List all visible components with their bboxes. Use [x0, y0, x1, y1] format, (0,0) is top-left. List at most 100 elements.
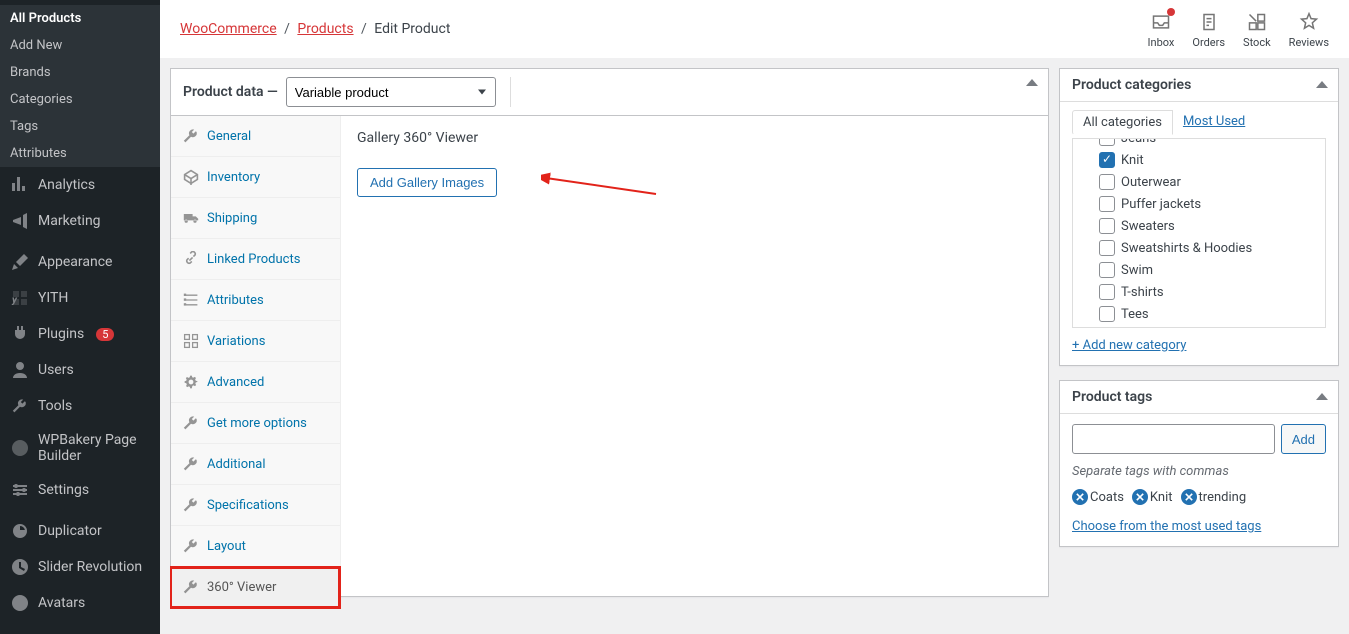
- category-item[interactable]: Sweaters: [1079, 215, 1319, 237]
- avatar-icon: [10, 593, 30, 613]
- tab-most-used[interactable]: Most Used: [1173, 110, 1255, 135]
- wrench-icon: [183, 497, 199, 513]
- tags-hint: Separate tags with commas: [1072, 464, 1326, 479]
- tag-chip: Coats: [1072, 489, 1124, 505]
- brush-icon: [10, 252, 30, 272]
- sidebar-item-analytics[interactable]: Analytics: [0, 167, 160, 203]
- tab-attributes[interactable]: Attributes: [171, 280, 340, 321]
- tab-360-viewer[interactable]: 360° Viewer: [170, 567, 340, 608]
- tab-specifications[interactable]: Specifications: [171, 485, 340, 526]
- analytics-icon: [10, 175, 30, 195]
- inbox-button[interactable]: Inbox: [1148, 10, 1175, 49]
- remove-tag-icon[interactable]: [1181, 489, 1197, 505]
- category-checkbox[interactable]: [1099, 138, 1115, 146]
- sidebar-item-wpbakery-page-builder[interactable]: WPBakery Page Builder: [0, 424, 160, 472]
- metabox-title: Product tags: [1072, 389, 1152, 405]
- sidebar-item-yith[interactable]: yYITH: [0, 280, 160, 316]
- category-list[interactable]: JeansKnitOuterwearPuffer jacketsSweaters…: [1072, 138, 1326, 328]
- inbox-icon: [1149, 10, 1173, 34]
- category-checkbox[interactable]: [1099, 174, 1115, 190]
- category-item[interactable]: Tees: [1079, 303, 1319, 325]
- yith-icon: y: [10, 288, 30, 308]
- wrench-icon: [183, 415, 199, 431]
- category-item[interactable]: Outerwear: [1079, 171, 1319, 193]
- truck-icon: [183, 210, 199, 226]
- link-icon: [183, 251, 199, 267]
- sidebar-item-duplicator[interactable]: Duplicator: [0, 513, 160, 549]
- sidebar-subitem-brands[interactable]: Brands: [0, 59, 160, 86]
- tab-advanced[interactable]: Advanced: [171, 362, 340, 403]
- plug-icon: [10, 324, 30, 344]
- remove-tag-icon[interactable]: [1132, 489, 1148, 505]
- category-item[interactable]: Sweatshirts & Hoodies: [1079, 237, 1319, 259]
- header-row: WooCommerce / Products / Edit Product In…: [160, 0, 1349, 58]
- tab-get-more-options[interactable]: Get more options: [171, 403, 340, 444]
- category-item[interactable]: Puffer jackets: [1079, 193, 1319, 215]
- sidebar-item-appearance[interactable]: Appearance: [0, 244, 160, 280]
- tab-content-360: Gallery 360° Viewer Add Gallery Images: [341, 116, 1048, 596]
- category-checkbox[interactable]: [1099, 240, 1115, 256]
- sidebar-item-slider-revolution[interactable]: Slider Revolution: [0, 549, 160, 585]
- sidebar-item-users[interactable]: Users: [0, 352, 160, 388]
- user-icon: [10, 360, 30, 380]
- category-item[interactable]: Knit: [1079, 149, 1319, 171]
- inventory-icon: [183, 169, 199, 185]
- settings-icon: [10, 480, 30, 500]
- category-checkbox[interactable]: [1099, 262, 1115, 278]
- stock-icon: [1245, 10, 1269, 34]
- sidebar-item-marketing[interactable]: Marketing: [0, 203, 160, 239]
- category-checkbox[interactable]: [1099, 218, 1115, 234]
- wpb-icon: [10, 438, 30, 458]
- tab-additional[interactable]: Additional: [171, 444, 340, 485]
- reviews-button[interactable]: Reviews: [1289, 10, 1329, 49]
- sidebar-subitem-attributes[interactable]: Attributes: [0, 140, 160, 167]
- sidebar-item-plugins[interactable]: Plugins5: [0, 316, 160, 352]
- breadcrumb: WooCommerce / Products / Edit Product: [180, 21, 450, 37]
- orders-button[interactable]: Orders: [1192, 10, 1225, 49]
- tab-variations[interactable]: Variations: [171, 321, 340, 362]
- choose-most-used-tags-link[interactable]: Choose from the most used tags: [1072, 519, 1261, 534]
- metabox-toggle-icon[interactable]: [1316, 393, 1328, 400]
- product-data-title: Product data —: [183, 84, 278, 100]
- sidebar-subitem-add-new[interactable]: Add New: [0, 32, 160, 59]
- category-item[interactable]: T-shirts: [1079, 281, 1319, 303]
- sidebar-item-tools[interactable]: Tools: [0, 388, 160, 424]
- add-tag-button[interactable]: Add: [1281, 424, 1326, 454]
- category-checkbox[interactable]: [1099, 196, 1115, 212]
- attributes-icon: [183, 292, 199, 308]
- category-checkbox[interactable]: [1099, 306, 1115, 322]
- stock-button[interactable]: Stock: [1243, 10, 1271, 49]
- add-gallery-images-button[interactable]: Add Gallery Images: [357, 168, 497, 197]
- metabox-toggle-icon[interactable]: [1316, 81, 1328, 88]
- sidebar-subitem-all-products[interactable]: All Products: [0, 5, 160, 32]
- sidebar-subitem-tags[interactable]: Tags: [0, 113, 160, 140]
- remove-tag-icon[interactable]: [1072, 489, 1088, 505]
- tab-layout[interactable]: Layout: [171, 526, 340, 567]
- category-checkbox[interactable]: [1099, 152, 1115, 168]
- add-new-category-link[interactable]: + Add new category: [1072, 338, 1186, 353]
- breadcrumb-products[interactable]: Products: [297, 21, 353, 37]
- sidebar-subitem-categories[interactable]: Categories: [0, 86, 160, 113]
- tab-inventory[interactable]: Inventory: [171, 157, 340, 198]
- category-item[interactable]: Swim: [1079, 259, 1319, 281]
- panel-toggle-icon[interactable]: [1026, 79, 1038, 86]
- product-data-panel: Product data — Variable product GeneralI…: [170, 68, 1049, 597]
- wrench-icon: [183, 456, 199, 472]
- tab-general[interactable]: General: [171, 116, 340, 157]
- metabox-title: Product categories: [1072, 77, 1191, 93]
- product-type-select[interactable]: Variable product: [286, 77, 496, 107]
- tag-chip: Knit: [1132, 489, 1173, 505]
- sidebar-item-avatars[interactable]: Avatars: [0, 585, 160, 621]
- duplicator-icon: [10, 521, 30, 541]
- breadcrumb-woocommerce[interactable]: WooCommerce: [180, 21, 277, 37]
- sidebar-item-settings[interactable]: Settings: [0, 472, 160, 508]
- tab-all-categories[interactable]: All categories: [1072, 110, 1173, 135]
- tab-shipping[interactable]: Shipping: [171, 198, 340, 239]
- category-checkbox[interactable]: [1099, 284, 1115, 300]
- tag-chip: trending: [1181, 489, 1247, 505]
- category-item[interactable]: Jeans: [1079, 138, 1319, 149]
- product-tags-metabox: Product tags Add Separate tags with comm…: [1059, 380, 1339, 547]
- tag-input[interactable]: [1072, 424, 1275, 454]
- admin-sidebar: All ProductsAdd NewBrandsCategoriesTagsA…: [0, 0, 160, 634]
- tab-linked-products[interactable]: Linked Products: [171, 239, 340, 280]
